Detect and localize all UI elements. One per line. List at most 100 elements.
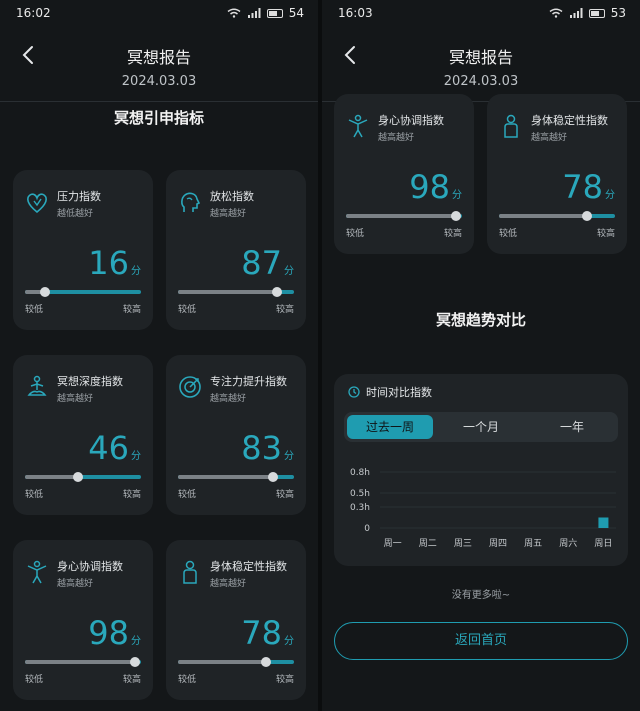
score-value: 78 [562, 168, 603, 206]
section-title: 冥想引申指标 [113, 109, 204, 127]
score-bar [25, 657, 141, 667]
score-bar-fill [346, 214, 457, 218]
scale-low-label: 较低 [178, 490, 197, 500]
x-tick-label: 周一 [384, 538, 402, 549]
score-bar-knob [73, 472, 84, 482]
indicator-score: 78 分 [241, 614, 294, 652]
indicator-hint: 越高越好 [210, 209, 247, 219]
y-tick-label: 0.8h [350, 468, 370, 478]
target-icon [179, 376, 201, 398]
x-tick-label: 周五 [524, 538, 542, 549]
score-bar-fill [25, 660, 136, 664]
score-value: 46 [88, 429, 129, 467]
scale-high-label: 较高 [443, 229, 462, 239]
indicator-card: 冥想深度指数 越高越好 46 分较低 较高 [13, 355, 153, 515]
indicator-card: 身体稳定性指数 越高越好 78 分较低 较高 [487, 94, 627, 254]
wifi-icon [227, 8, 241, 18]
x-tick-label: 周三 [454, 538, 472, 549]
scale-low-label: 较低 [25, 675, 44, 685]
indicator-name: 专注力提升指数 [210, 375, 287, 388]
trend-card: 时间对比指数 过去一周 一个月 一年 0 0.3h 0.5h 0.8h 周一 周二 周三 周四… [334, 374, 628, 566]
score-bar [25, 287, 141, 297]
battery-level: 53 [610, 6, 626, 20]
balance-figure-icon [348, 114, 368, 138]
status-time: 16:02 [16, 6, 51, 20]
score-unit: 分 [131, 451, 141, 462]
no-more-text: 没有更多啦~ [451, 590, 511, 601]
score-value: 78 [241, 614, 282, 652]
indicator-hint: 越高越好 [210, 394, 247, 404]
x-tick-label: 周六 [559, 537, 577, 549]
indicator-card: 身心协调指数 越高越好 98 分较低 较高 [334, 94, 474, 254]
status-bar: 16:02 54 [0, 0, 318, 26]
scale-low-label: 较低 [346, 229, 365, 239]
tab-one-year[interactable]: 一年 [529, 415, 615, 439]
indicator-card: 压力指数 越低越好 16 分较低 较高 [13, 170, 153, 330]
left-phone-screen: 16:02 54 冥想报告 2024.03.03 冥想引申指标 压力指数 越低越好… [0, 0, 318, 711]
indicator-hint: 越高越好 [531, 133, 568, 143]
trend-section-title: 冥想趋势对比 [435, 311, 526, 329]
indicator-name: 放松指数 [210, 190, 254, 203]
x-tick-label: 周四 [489, 538, 507, 549]
meditation-pose-icon [27, 375, 47, 396]
indicator-card: 专注力提升指数 越高越好 83 分较低 较高 [166, 355, 306, 515]
battery-level: 54 [288, 6, 304, 20]
weekly-trend-chart: 0 0.3h 0.5h 0.8h 周一 周二 周三 周四 周五 周六 周日 [350, 468, 616, 549]
score-bar-fill [178, 290, 277, 294]
scale-high-label: 较高 [122, 675, 141, 685]
score-unit: 分 [284, 636, 294, 647]
score-value: 16 [88, 244, 129, 282]
scale-high-label: 较高 [275, 675, 294, 685]
trend-card-label: 时间对比指数 [366, 386, 432, 399]
page-header: 冥想报告 2024.03.03 [0, 30, 318, 102]
score-bar [178, 287, 294, 297]
page-title: 冥想报告 [126, 48, 191, 67]
score-bar-knob [130, 657, 141, 667]
indicator-score: 98 分 [409, 168, 462, 206]
score-bar-knob [451, 211, 462, 221]
scale-low-label: 较低 [178, 675, 197, 685]
scale-high-label: 较高 [275, 490, 294, 500]
score-bar [25, 472, 141, 482]
status-time: 16:03 [338, 6, 373, 20]
indicator-name: 冥想深度指数 [57, 375, 123, 388]
heart-icon [27, 193, 47, 214]
indicator-score: 78 分 [562, 168, 615, 206]
indicator-hint: 越高越好 [57, 579, 94, 589]
balance-figure-icon [27, 560, 47, 584]
score-bar-knob [271, 287, 282, 297]
score-unit: 分 [284, 266, 294, 277]
status-icons: 54 [227, 6, 304, 20]
indicator-name: 身心协调指数 [378, 114, 444, 127]
clock-icon [348, 386, 360, 398]
battery-icon [588, 8, 605, 18]
return-home-button[interactable]: 返回首页 [334, 622, 628, 660]
score-bar [499, 211, 615, 221]
score-bar-fill [499, 214, 588, 218]
scale-low-label: 较低 [178, 305, 197, 315]
indicator-card: 身体稳定性指数 越高越好 78 分较低 较高 [166, 540, 306, 700]
header-divider [0, 101, 318, 102]
signal-icon [247, 8, 261, 18]
bar-周日 [598, 517, 609, 528]
indicator-name: 身体稳定性指数 [531, 114, 608, 127]
indicator-score: 87 分 [241, 244, 294, 282]
body-figure-icon [504, 114, 518, 138]
status-bar: 16:03 53 [322, 0, 640, 26]
score-bar-knob [261, 657, 272, 667]
indicator-hint: 越高越好 [210, 579, 247, 589]
status-icons: 53 [549, 6, 626, 20]
score-unit: 分 [131, 266, 141, 277]
score-bar [178, 657, 294, 667]
score-unit: 分 [452, 190, 462, 201]
score-bar-fill [178, 660, 267, 664]
indicator-card: 放松指数 越高越好 87 分较低 较高 [166, 170, 306, 330]
scale-low-label: 较低 [25, 490, 44, 500]
tab-past-week[interactable]: 过去一周 [347, 415, 433, 439]
score-bar-fill [25, 475, 79, 479]
y-tick-label: 0.3h [350, 503, 370, 513]
score-bar-knob [268, 472, 279, 482]
indicator-score: 46 分 [88, 429, 141, 467]
indicator-name: 压力指数 [57, 190, 101, 203]
tab-one-month[interactable]: 一个月 [438, 415, 524, 439]
